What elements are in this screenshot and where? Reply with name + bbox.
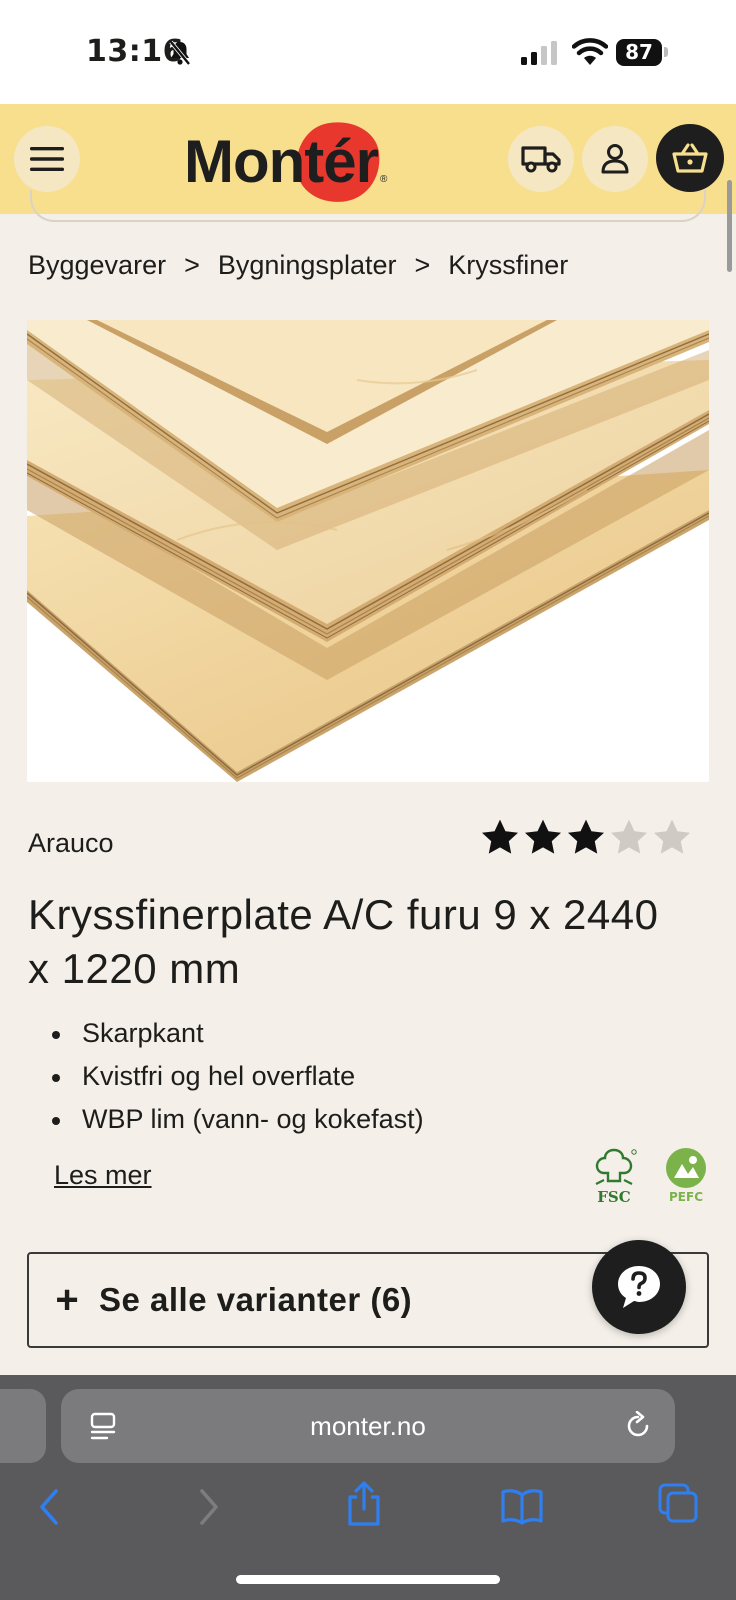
tabs-icon[interactable] xyxy=(658,1483,698,1523)
feature-item: WBP lim (vann- og kokefast) xyxy=(50,1098,570,1141)
breadcrumb-separator: > xyxy=(184,250,200,280)
product-title: Kryssfinerplate A/C furu 9 x 2440 x 1220… xyxy=(28,891,659,992)
user-icon xyxy=(601,144,629,174)
fsc-label: FSC xyxy=(597,1188,630,1204)
back-icon[interactable] xyxy=(36,1487,62,1527)
plywood-sheets-illustration xyxy=(27,320,709,782)
cart-button[interactable] xyxy=(656,124,724,192)
variants-label: Se alle varianter (6) xyxy=(99,1281,413,1318)
read-more-link[interactable]: Les mer xyxy=(54,1160,152,1191)
breadcrumb-item-kryssfiner[interactable]: Kryssfiner xyxy=(448,250,568,281)
help-chat-button[interactable] xyxy=(592,1240,686,1334)
forward-icon[interactable] xyxy=(196,1487,222,1527)
status-bar: 13:16 87 xyxy=(0,0,736,104)
delivery-button[interactable] xyxy=(508,126,574,192)
logo-registered-mark: ® xyxy=(380,174,388,185)
star-icon-empty xyxy=(653,819,691,854)
feature-item: Skarpkant xyxy=(50,1012,570,1055)
browser-toolbar: monter.no xyxy=(0,1375,736,1600)
wifi-icon xyxy=(572,38,608,65)
product-features: Skarpkant Kvistfri og hel overflate WBP … xyxy=(50,1012,570,1141)
battery-tip xyxy=(664,47,668,57)
app-root: 13:16 87 Montér ® Byggevarer > Bygningsp… xyxy=(0,0,736,1600)
star-icon-filled xyxy=(524,819,562,854)
star-icon-empty xyxy=(610,819,648,854)
star-icon-filled xyxy=(481,819,519,854)
share-icon[interactable] xyxy=(346,1481,382,1527)
breadcrumb: Byggevarer > Bygningsplater > Kryssfiner xyxy=(28,250,568,281)
delivery-truck-icon xyxy=(521,146,561,173)
breadcrumb-separator: > xyxy=(414,250,431,280)
product-image[interactable] xyxy=(27,320,709,782)
search-field-edge[interactable] xyxy=(30,190,706,222)
help-chat-icon xyxy=(618,1266,660,1308)
hamburger-menu-icon xyxy=(30,147,64,171)
feature-item: Kvistfri og hel overflate xyxy=(50,1055,570,1098)
url-text: monter.no xyxy=(310,1411,426,1441)
page-scrollbar[interactable] xyxy=(727,180,732,272)
breadcrumb-item-byggevarer[interactable]: Byggevarer xyxy=(28,250,166,281)
product-brand[interactable]: Arauco xyxy=(28,828,114,859)
battery-indicator: 87 xyxy=(616,39,662,66)
plus-icon: + xyxy=(55,1277,79,1322)
star-icon-filled xyxy=(567,819,605,854)
account-button[interactable] xyxy=(582,126,648,192)
pefc-label: PEFC xyxy=(669,1190,703,1204)
fsc-certification-icon: FSC xyxy=(595,1148,637,1204)
product-rating[interactable] xyxy=(480,818,692,856)
bookmarks-icon[interactable] xyxy=(500,1487,544,1525)
address-bar[interactable]: monter.no xyxy=(61,1389,675,1463)
home-indicator[interactable] xyxy=(236,1575,500,1584)
pefc-certification-icon: PEFC xyxy=(666,1148,706,1204)
basket-icon xyxy=(672,143,708,173)
cellular-signal-icon xyxy=(521,41,557,65)
bell-muted-icon xyxy=(169,40,191,66)
menu-button[interactable] xyxy=(14,126,80,192)
reload-icon[interactable] xyxy=(623,1411,653,1441)
previous-tab-preview[interactable] xyxy=(0,1389,46,1463)
breadcrumb-item-bygningsplater[interactable]: Bygningsplater xyxy=(218,250,397,281)
logo-text: Montér xyxy=(184,128,379,195)
